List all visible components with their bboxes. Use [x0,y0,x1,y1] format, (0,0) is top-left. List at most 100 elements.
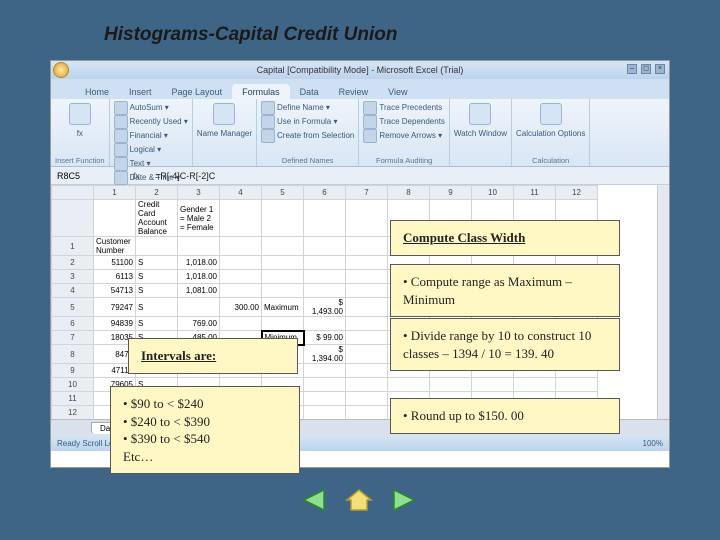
row-header[interactable]: 9 [52,364,94,378]
fx-icon[interactable]: fx [121,171,151,181]
col-header[interactable]: 6 [304,186,346,200]
ribbon-item[interactable]: Financial ▾ [114,129,188,143]
cell[interactable] [346,317,388,331]
zoom-label[interactable]: 100% [643,439,663,448]
ribbon-item[interactable]: Use in Formula ▾ [261,115,354,129]
cell[interactable] [304,392,346,406]
cell[interactable] [346,364,388,378]
tab-page-layout[interactable]: Page Layout [162,84,233,99]
cell[interactable] [388,378,430,392]
row-header[interactable]: 12 [52,406,94,420]
home-button[interactable] [342,485,376,515]
prev-button[interactable] [296,485,330,515]
ribbon-big-label[interactable]: Watch Window [454,127,507,140]
minimize-icon[interactable]: – [627,64,637,74]
cell[interactable]: 300.00 [220,298,262,317]
cell[interactable] [136,237,178,256]
cell[interactable]: S [136,317,178,331]
col-header[interactable]: 11 [514,186,556,200]
cell[interactable] [262,237,304,256]
cell[interactable] [220,237,262,256]
tab-formulas[interactable]: Formulas [232,84,290,99]
cell[interactable] [346,270,388,284]
formula-input[interactable]: =R[-4]C-R[-2]C [151,171,669,181]
ribbon-item[interactable]: AutoSum ▾ [114,101,188,115]
row-header[interactable]: 11 [52,392,94,406]
ribbon-item[interactable]: Text ▾ [114,157,188,171]
cell[interactable] [220,317,262,331]
cell[interactable] [346,284,388,298]
cell[interactable] [220,256,262,270]
cell[interactable] [304,270,346,284]
cell[interactable]: 769.00 [178,317,220,331]
row-header[interactable]: 6 [52,317,94,331]
cell[interactable]: S [136,270,178,284]
col-header[interactable]: 10 [472,186,514,200]
ribbon-big-icon[interactable] [469,103,491,125]
col-header[interactable]: 5 [262,186,304,200]
tab-data[interactable]: Data [290,84,329,99]
cell[interactable]: $ 1,394.00 [304,345,346,364]
ribbon-item[interactable]: Remove Arrows ▾ [363,129,445,143]
cell[interactable] [262,200,304,237]
cell[interactable] [304,406,346,420]
ribbon-item[interactable]: Create from Selection [261,129,354,143]
cell[interactable] [346,392,388,406]
cell[interactable] [220,284,262,298]
ribbon-item[interactable]: Trace Precedents [363,101,445,115]
ribbon-big-icon[interactable] [540,103,562,125]
cell[interactable] [346,237,388,256]
tab-review[interactable]: Review [329,84,379,99]
cell[interactable]: 1,018.00 [178,256,220,270]
cell[interactable] [346,331,388,345]
cell[interactable] [262,317,304,331]
row-header[interactable]: 7 [52,331,94,345]
cell[interactable]: S [136,256,178,270]
ribbon-big-icon[interactable] [69,103,91,125]
cell[interactable]: Customer Number [94,237,136,256]
ribbon-item[interactable]: Recently Used ▾ [114,115,188,129]
cell[interactable] [556,378,598,392]
cell[interactable] [178,237,220,256]
office-button[interactable] [53,62,69,78]
cell[interactable] [262,284,304,298]
col-header[interactable]: 9 [430,186,472,200]
cell[interactable] [346,378,388,392]
cell[interactable]: 6113 [94,270,136,284]
cell[interactable]: S [136,298,178,317]
col-header[interactable]: 12 [556,186,598,200]
ribbon-item[interactable]: Logical ▾ [114,143,188,157]
name-box[interactable]: R8C5 [51,171,121,181]
row-header[interactable]: 4 [52,284,94,298]
cell[interactable] [178,298,220,317]
cell[interactable]: 1,018.00 [178,270,220,284]
cell[interactable]: $ 99.00 [304,331,346,345]
cell[interactable] [304,256,346,270]
cell[interactable]: 51100 [94,256,136,270]
ribbon-big-icon[interactable] [213,103,235,125]
row-header[interactable]: 5 [52,298,94,317]
col-header[interactable]: 1 [94,186,136,200]
col-header[interactable]: 2 [136,186,178,200]
cell[interactable]: 94839 [94,317,136,331]
col-header[interactable] [52,186,94,200]
tab-insert[interactable]: Insert [119,84,162,99]
cell[interactable] [262,270,304,284]
cell[interactable]: S [136,284,178,298]
cell[interactable] [304,237,346,256]
col-header[interactable]: 7 [346,186,388,200]
cell[interactable] [304,284,346,298]
ribbon-big-label[interactable]: Calculation Options [516,127,585,140]
cell[interactable] [346,345,388,364]
ribbon-big-label[interactable]: Name Manager [197,127,252,140]
cell[interactable]: 54713 [94,284,136,298]
ribbon-item[interactable]: Trace Dependents [363,115,445,129]
cell[interactable] [472,378,514,392]
cell[interactable]: Gender 1 = Male 2 = Female [178,200,220,237]
cell[interactable]: 79247 [94,298,136,317]
row-header[interactable]: 3 [52,270,94,284]
cell[interactable] [304,364,346,378]
col-header[interactable]: 8 [388,186,430,200]
row-header[interactable]: 8 [52,345,94,364]
cell[interactable] [346,298,388,317]
